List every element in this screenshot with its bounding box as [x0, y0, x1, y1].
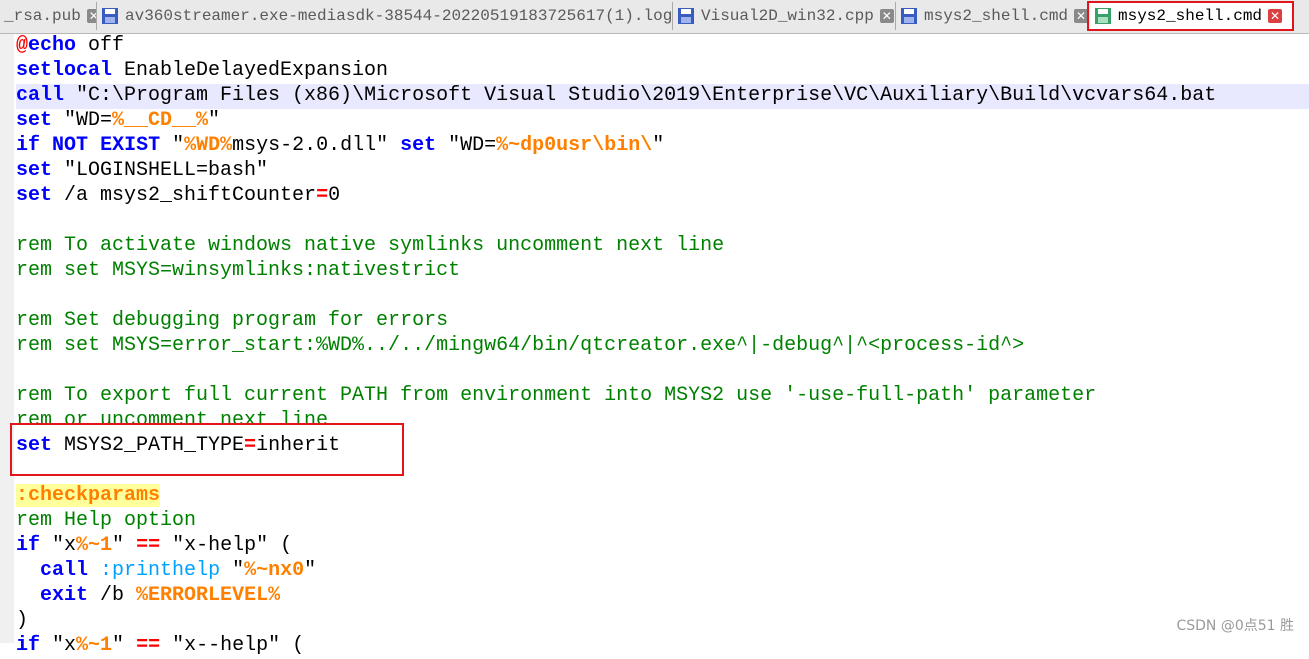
token: set [16, 109, 53, 132]
code-line-7: set /a msys2_shiftCounter=0 [16, 184, 340, 209]
token: %~1 [76, 534, 113, 557]
tab-msys2-shell-cmd[interactable]: msys2_shell.cmd ✕ [896, 2, 1089, 30]
token: " [160, 134, 185, 157]
token: if [16, 134, 41, 157]
code-line-5: if NOT EXIST "%WD%msys-2.0.dll" set "WD=… [16, 134, 664, 159]
token: exit [40, 584, 89, 607]
file-icon [901, 8, 917, 24]
token: echo [28, 34, 77, 57]
token: EXIST [100, 134, 161, 157]
tab-msys2-shell-cmd-active[interactable]: msys2_shell.cmd ✕ [1090, 1, 1293, 31]
token: EnableDelayedExpansion [112, 59, 389, 82]
close-icon[interactable]: ✕ [1074, 9, 1088, 23]
file-icon [678, 8, 694, 24]
tab-visual2d-cpp[interactable]: Visual2D_win32.cpp ✕ [673, 2, 896, 30]
close-icon[interactable]: ✕ [86, 9, 96, 23]
token: " [112, 634, 137, 657]
editor-margin [0, 34, 14, 643]
code-line-13: rem set MSYS=error_start:%WD%../../mingw… [16, 334, 1025, 357]
token: %~1 [76, 634, 113, 657]
code-line-19: :checkparams [16, 484, 161, 509]
token: %~dp0usr\bin\ [496, 134, 653, 157]
tab-rsa-pub[interactable]: _rsa.pub ✕ [0, 2, 97, 30]
token: :printhelp [100, 559, 221, 582]
code-line-6: set "LOGINSHELL=bash" [16, 159, 268, 184]
code-line-20: rem Help option [16, 509, 197, 532]
file-icon [102, 8, 118, 24]
token: @ [16, 34, 29, 57]
token: " [112, 534, 137, 557]
token: if [16, 634, 41, 657]
code-line-23: exit /b %ERRORLEVEL% [16, 584, 280, 609]
watermark: CSDN @0点51 胜 [1176, 618, 1294, 634]
code-editor[interactable]: @echo off setlocal EnableDelayedExpansio… [16, 34, 1309, 657]
token: /a msys2_shiftCounter [52, 184, 317, 207]
annotation-highlight-box [10, 423, 404, 476]
code-line-4: set "WD=%__CD__%" [16, 109, 220, 134]
tab-label: msys2_shell.cmd [924, 7, 1069, 25]
code-line-12: rem Set debugging program for errors [16, 309, 449, 332]
tab-label: av360streamer.exe-mediasdk-38544-2022051… [125, 7, 673, 25]
code-line-3-current: call "C:\Program Files (x86)\Microsoft V… [16, 84, 1309, 109]
code-line-15: rem To export full current PATH from env… [16, 384, 1097, 407]
code-line-9: rem To activate windows native symlinks … [16, 234, 725, 257]
token: "x [40, 634, 77, 657]
code-line-10: rem set MSYS=winsymlinks:nativestrict [16, 259, 461, 282]
token: off [76, 34, 125, 57]
tab-log-file[interactable]: av360streamer.exe-mediasdk-38544-2022051… [97, 2, 673, 30]
code-line-22: call :printhelp "%~nx0" [16, 559, 316, 584]
token: " [304, 559, 317, 582]
token: " [220, 559, 245, 582]
close-icon[interactable]: ✕ [1268, 9, 1283, 23]
token: set [400, 134, 437, 157]
label-token: :checkparams [16, 484, 161, 507]
token: %~nx0 [244, 559, 305, 582]
token: "x--help" ( [160, 634, 305, 657]
token: %ERRORLEVEL% [136, 584, 281, 607]
tab-label: Visual2D_win32.cpp [701, 7, 874, 25]
tab-label: msys2_shell.cmd [1118, 7, 1263, 25]
token: = [316, 184, 329, 207]
close-icon[interactable]: ✕ [879, 9, 894, 23]
code-line-24: ) [16, 609, 29, 632]
token: "x [40, 534, 77, 557]
token: "WD= [436, 134, 497, 157]
token: "LOGINSHELL=bash" [52, 159, 269, 182]
token: msys-2.0.dll" [232, 134, 401, 157]
token: "WD= [52, 109, 113, 132]
token: %__CD__% [112, 109, 209, 132]
token: %WD% [184, 134, 233, 157]
code-line-25: if "x%~1" == "x--help" ( [16, 634, 304, 659]
tab-bar: _rsa.pub ✕ av360streamer.exe-mediasdk-38… [0, 0, 1309, 34]
code-line-1: @echo off [16, 34, 124, 59]
token: "x-help" ( [160, 534, 293, 557]
token: == [136, 534, 161, 557]
tab-label: _rsa.pub [4, 7, 81, 25]
token: setlocal [16, 59, 113, 82]
token: == [136, 634, 161, 657]
code-line-2: setlocal EnableDelayedExpansion [16, 59, 388, 84]
token: call [16, 84, 65, 107]
token: 0 [328, 184, 341, 207]
code-line-21: if "x%~1" == "x-help" ( [16, 534, 292, 559]
file-icon [1095, 8, 1111, 24]
token: set [16, 184, 53, 207]
token: if [16, 534, 41, 557]
token: NOT [52, 134, 89, 157]
token: /b [88, 584, 137, 607]
token: " [652, 134, 665, 157]
token: "C:\Program Files (x86)\Microsoft Visual… [64, 84, 1217, 107]
token: call [40, 559, 89, 582]
token: set [16, 159, 53, 182]
token: " [208, 109, 221, 132]
